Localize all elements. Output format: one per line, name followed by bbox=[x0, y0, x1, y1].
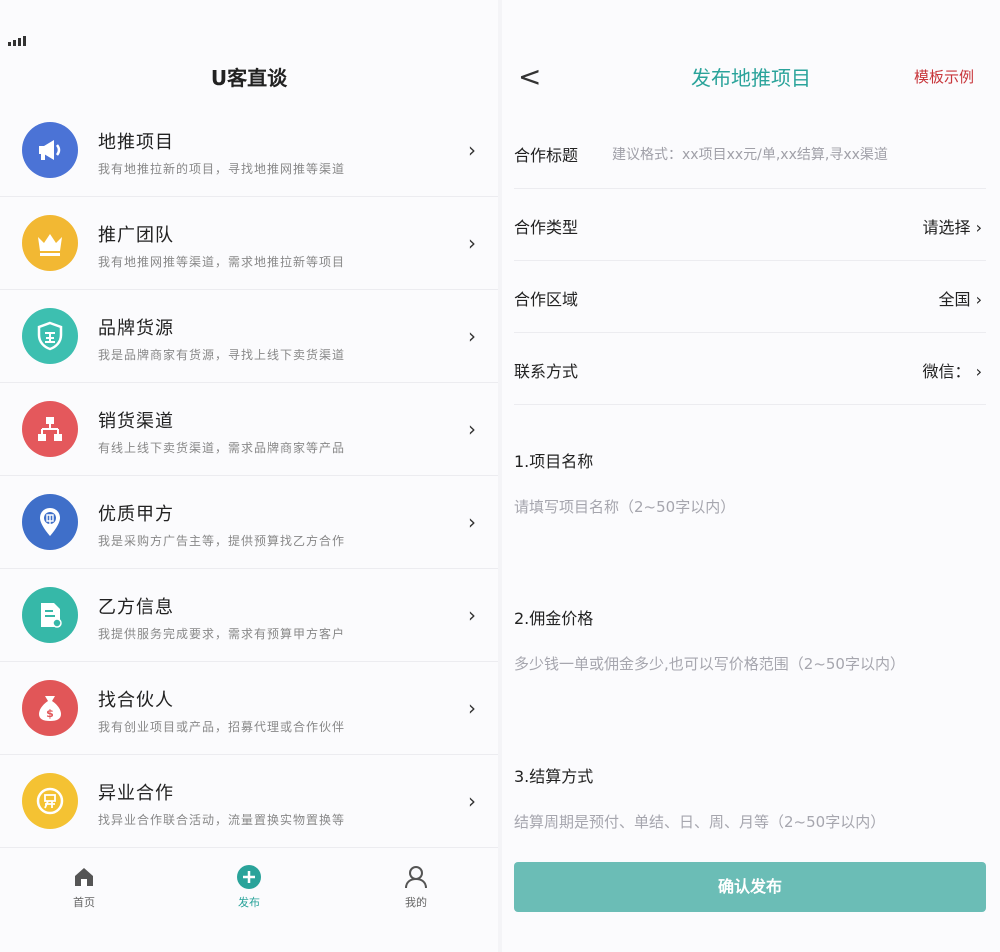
project-name-input[interactable]: 请填写项目名称（2~50字以内） bbox=[514, 496, 735, 517]
document-icon bbox=[22, 587, 78, 643]
item-description: 找异业合作联合活动，流量置换实物置换等 bbox=[98, 813, 346, 827]
item-title: 异业合作 bbox=[98, 783, 174, 804]
tab-home-label: 首页 bbox=[73, 896, 95, 909]
tab-publish[interactable]: 发布 bbox=[209, 864, 289, 910]
item-title: 推广团队 bbox=[98, 225, 174, 246]
money-bag-icon: $ bbox=[22, 680, 78, 736]
chevron-right-icon: › bbox=[468, 510, 476, 534]
item-description: 我提供服务完成要求，需求有预算甲方客户 bbox=[98, 627, 346, 641]
item-description: 我有创业项目或产品，招募代理或合作伙伴 bbox=[98, 720, 346, 734]
item-title: 地推项目 bbox=[98, 132, 174, 153]
cooperation-type-select[interactable]: 合作类型 请选择 › bbox=[514, 188, 986, 261]
template-example-link[interactable]: 模板示例 bbox=[914, 66, 974, 87]
list-item-di-tui-xiang-mu[interactable]: 地推项目 我有地推拉新的项目，寻找地推网推等渠道 › bbox=[0, 104, 498, 197]
item-title: 销货渠道 bbox=[98, 411, 174, 432]
chevron-right-icon: › bbox=[468, 603, 476, 627]
list-item-zhao-he-huo-ren[interactable]: $ 找合伙人 我有创业项目或产品，招募代理或合作伙伴 › bbox=[0, 662, 498, 755]
contact-method-select[interactable]: 联系方式 微信： › bbox=[514, 332, 986, 405]
field-label: 联系方式 bbox=[514, 362, 579, 381]
category-list: 地推项目 我有地推拉新的项目，寻找地推网推等渠道 › 推广团队 我有地推网推等渠… bbox=[0, 104, 498, 848]
crown-icon bbox=[22, 215, 78, 271]
chevron-right-icon: › bbox=[468, 231, 476, 255]
list-item-xiao-huo-qu-dao[interactable]: 销货渠道 有线上线下卖货渠道，需求品牌商家等产品 › bbox=[0, 383, 498, 476]
list-item-tui-guang-tuan-dui[interactable]: 推广团队 我有地推网推等渠道，需求地推拉新等项目 › bbox=[0, 197, 498, 290]
cooperation-title-field[interactable]: 合作标题 建议格式：xx项目xx元/单,xx结算,寻xx渠道 bbox=[514, 116, 986, 189]
item-title: 乙方信息 bbox=[98, 597, 174, 618]
field-value: 全国 › bbox=[938, 290, 983, 309]
coin-icon bbox=[22, 773, 78, 829]
item-description: 我是采购方广告主等，提供预算找乙方合作 bbox=[98, 534, 346, 548]
item-title: 品牌货源 bbox=[98, 318, 174, 339]
field-label: 合作标题 bbox=[514, 146, 579, 165]
tab-publish-label: 发布 bbox=[238, 896, 260, 909]
field-label: 合作类型 bbox=[514, 218, 579, 237]
tab-mine-label: 我的 bbox=[405, 896, 427, 909]
settlement-method-input[interactable]: 结算周期是预付、单结、日、周、月等（2~50字以内） bbox=[514, 811, 885, 832]
chevron-right-icon: › bbox=[468, 417, 476, 441]
section-title: 3.结算方式 bbox=[514, 767, 594, 786]
chevron-right-icon: › bbox=[468, 696, 476, 720]
confirm-publish-button[interactable]: 确认发布 bbox=[514, 862, 986, 912]
commission-price-input[interactable]: 多少钱一单或佣金多少,也可以写价格范围（2~50字以内） bbox=[514, 653, 905, 674]
chevron-right-icon: › bbox=[468, 789, 476, 813]
list-item-yi-ye-he-zuo[interactable]: 异业合作 找异业合作联合活动，流量置换实物置换等 › bbox=[0, 755, 498, 848]
section-title: 2.佣金价格 bbox=[514, 609, 594, 628]
bottom-tab-bar: 首页 发布 我的 bbox=[0, 848, 498, 952]
shield-icon bbox=[22, 308, 78, 364]
tab-mine[interactable]: 我的 bbox=[376, 864, 456, 910]
item-description: 我有地推拉新的项目，寻找地推网推等渠道 bbox=[98, 162, 346, 176]
tab-home[interactable]: 首页 bbox=[44, 864, 124, 910]
list-item-you-zhi-jia-fang[interactable]: 优质甲方 我是采购方广告主等，提供预算找乙方合作 › bbox=[0, 476, 498, 569]
item-title: 优质甲方 bbox=[98, 504, 174, 525]
home-icon bbox=[75, 868, 93, 886]
network-icon bbox=[22, 401, 78, 457]
item-description: 我有地推网推等渠道，需求地推拉新等项目 bbox=[98, 255, 346, 269]
list-item-yi-fang-xin-xi[interactable]: 乙方信息 我提供服务完成要求，需求有预算甲方客户 › bbox=[0, 569, 498, 662]
field-value: 请选择 › bbox=[922, 218, 983, 237]
title-input-placeholder[interactable]: 建议格式：xx项目xx元/单,xx结算,寻xx渠道 bbox=[612, 144, 888, 164]
svg-text:$: $ bbox=[46, 707, 54, 720]
list-item-pin-pai-huo-yuan[interactable]: 品牌货源 我是品牌商家有货源，寻找上线下卖货渠道 › bbox=[0, 290, 498, 383]
section-title: 1.项目名称 bbox=[514, 452, 594, 471]
item-title: 找合伙人 bbox=[98, 690, 174, 711]
cooperation-area-select[interactable]: 合作区域 全国 › bbox=[514, 260, 986, 333]
signal-icon bbox=[8, 36, 26, 46]
field-value: 微信： › bbox=[922, 362, 983, 381]
user-icon bbox=[405, 866, 427, 889]
chevron-right-icon: › bbox=[468, 138, 476, 162]
plus-circle-icon bbox=[237, 865, 261, 889]
item-description: 我是品牌商家有货源，寻找上线下卖货渠道 bbox=[98, 348, 346, 362]
megaphone-icon bbox=[22, 122, 78, 178]
page-title: U客直谈 bbox=[210, 66, 288, 90]
field-label: 合作区域 bbox=[514, 290, 579, 309]
left-screen: U客直谈 地推项目 我有地推拉新的项目，寻找地推网推等渠道 › 推广团队 我有地… bbox=[0, 0, 498, 952]
chevron-right-icon: › bbox=[468, 324, 476, 348]
item-description: 有线上线下卖货渠道，需求品牌商家等产品 bbox=[98, 441, 346, 455]
location-pin-icon bbox=[22, 494, 78, 550]
